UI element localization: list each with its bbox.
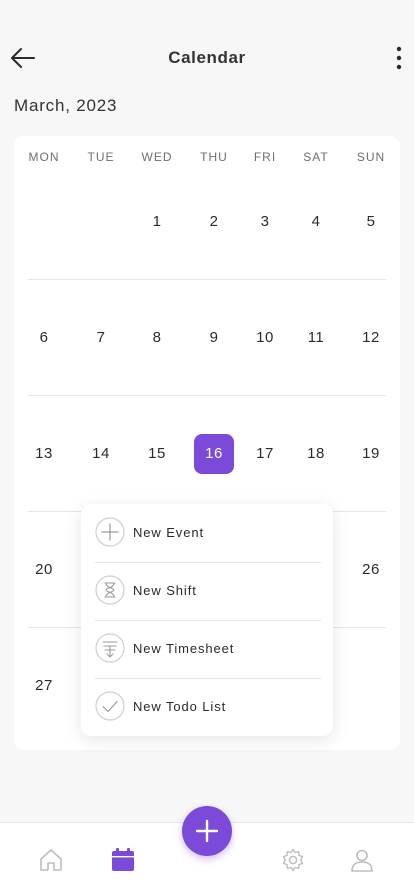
- day-cell[interactable]: 5: [351, 202, 391, 242]
- menu-item-label: New Shift: [133, 583, 197, 598]
- menu-item-label: New Event: [133, 525, 204, 540]
- timesheet-icon: [95, 633, 125, 663]
- new-todo-list-item[interactable]: New Todo List: [95, 678, 321, 736]
- week-divider: [28, 395, 386, 396]
- menu-item-label: New Todo List: [133, 699, 227, 714]
- day-cell[interactable]: 26: [351, 550, 391, 590]
- day-cell[interactable]: 3: [245, 202, 285, 242]
- day-cell[interactable]: 17: [245, 434, 285, 474]
- day-cell[interactable]: 14: [81, 434, 121, 474]
- day-cell[interactable]: 8: [137, 318, 177, 358]
- week-divider: [28, 279, 386, 280]
- app-header: Calendar: [0, 36, 414, 80]
- day-cell[interactable]: 12: [351, 318, 391, 358]
- day-cell[interactable]: 4: [296, 202, 336, 242]
- create-menu-popup: New Event New Shift New Timesheet New To…: [81, 504, 333, 736]
- day-cell[interactable]: 9: [194, 318, 234, 358]
- check-circle-icon: [95, 691, 125, 721]
- day-cell[interactable]: 6: [24, 318, 64, 358]
- new-event-item[interactable]: New Event: [95, 504, 321, 562]
- menu-item-label: New Timesheet: [133, 641, 235, 656]
- calendar-icon[interactable]: [110, 847, 136, 873]
- day-cell[interactable]: 19: [351, 434, 391, 474]
- plus-icon: [195, 819, 219, 843]
- day-cell[interactable]: 20: [24, 550, 64, 590]
- day-cell[interactable]: 18: [296, 434, 336, 474]
- day-cell[interactable]: 2: [194, 202, 234, 242]
- more-options-button[interactable]: [392, 44, 406, 72]
- weekday-label: TUE: [87, 150, 115, 164]
- day-cell[interactable]: 11: [296, 318, 336, 358]
- day-cell[interactable]: 15: [137, 434, 177, 474]
- selected-day[interactable]: 16: [194, 434, 234, 474]
- day-cell[interactable]: 1: [137, 202, 177, 242]
- weekday-label: THU: [200, 150, 228, 164]
- day-cell[interactable]: 13: [24, 434, 64, 474]
- weekday-label: FRI: [253, 150, 277, 164]
- new-timesheet-item[interactable]: New Timesheet: [95, 620, 321, 678]
- calendar-screen: Calendar March, 2023 MON TUE WED THU FRI…: [0, 0, 414, 896]
- add-fab-button[interactable]: [182, 806, 232, 856]
- home-icon[interactable]: [38, 847, 64, 873]
- day-cell[interactable]: 10: [245, 318, 285, 358]
- plus-circle-icon: [95, 517, 125, 547]
- month-label: March, 2023: [14, 96, 118, 115]
- new-shift-item[interactable]: New Shift: [95, 562, 321, 620]
- weekday-header: MON TUE WED THU FRI SAT SUN: [14, 150, 400, 166]
- profile-icon[interactable]: [349, 847, 375, 873]
- kebab-menu-icon: [396, 46, 402, 70]
- weekday-label: WED: [141, 150, 173, 164]
- hourglass-icon: [95, 575, 125, 605]
- weekday-label: SUN: [356, 150, 386, 164]
- page-title: Calendar: [168, 48, 246, 67]
- day-cell[interactable]: 27: [24, 666, 64, 706]
- weekday-label: SAT: [303, 150, 329, 164]
- day-cell[interactable]: 7: [81, 318, 121, 358]
- weekday-label: MON: [28, 150, 60, 164]
- settings-icon[interactable]: [280, 847, 306, 873]
